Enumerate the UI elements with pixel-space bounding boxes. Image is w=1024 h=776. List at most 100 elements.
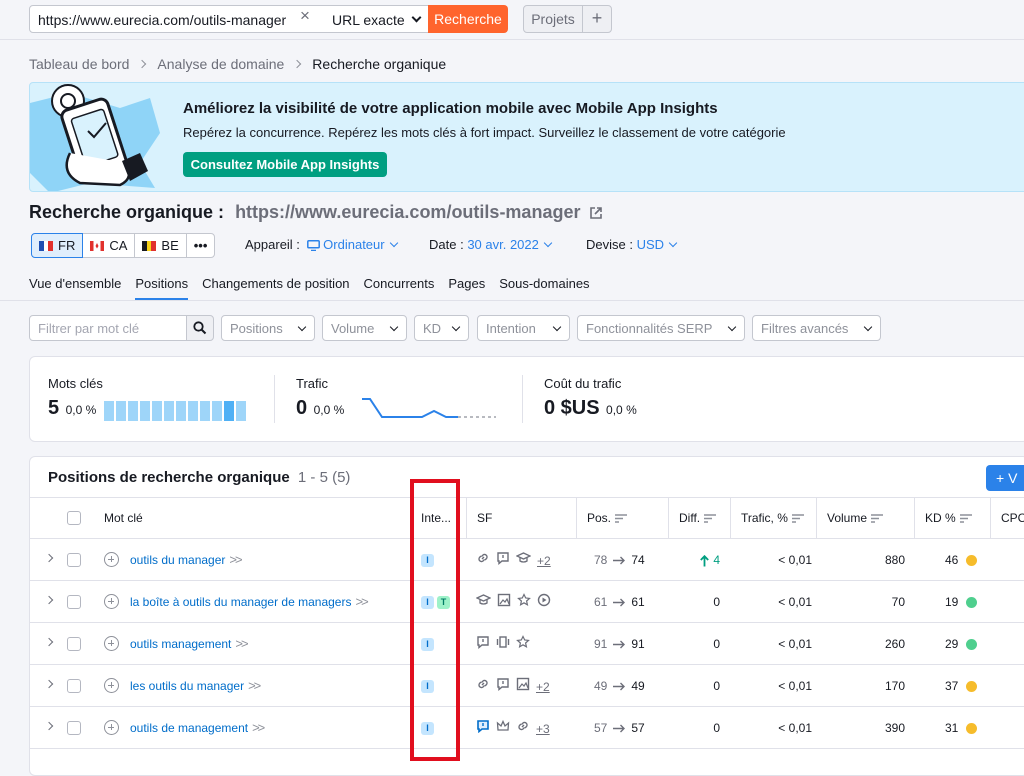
current-position[interactable]: 91	[631, 637, 644, 651]
header-kd[interactable]: KD %	[914, 498, 990, 539]
serp-features-filter[interactable]: Fonctionnalités SERP	[577, 315, 745, 341]
link-icon[interactable]	[516, 708, 530, 750]
device-selector[interactable]: Appareil : Ordinateur	[245, 237, 398, 252]
expand-row-icon[interactable]	[44, 637, 54, 647]
review-blue-icon[interactable]	[476, 708, 490, 750]
header-serp-features[interactable]: SF	[466, 498, 576, 539]
tab-position-changes[interactable]: Changements de position	[202, 276, 349, 300]
advanced-filters[interactable]: Filtres avancés	[752, 315, 881, 341]
url-input[interactable]: https://www.eurecia.com/outils-manager	[29, 5, 325, 33]
current-position[interactable]: 74	[631, 553, 644, 567]
metric-value[interactable]: 0	[296, 397, 307, 419]
keyword-link[interactable]: outils de management	[130, 721, 248, 735]
add-to-list-icon[interactable]	[104, 636, 119, 651]
breadcrumb-item-domain-analysis[interactable]: Analyse de domaine	[157, 56, 284, 72]
graduation-cap-icon[interactable]	[475, 582, 492, 624]
date-selector[interactable]: Date : 30 avr. 2022	[429, 237, 553, 252]
add-to-list-icon[interactable]	[104, 552, 119, 567]
row-checkbox[interactable]	[67, 679, 81, 693]
db-button-ca[interactable]: CA	[82, 233, 136, 258]
expand-row-icon[interactable]	[44, 595, 54, 605]
intent-badge-informational[interactable]: I	[421, 680, 434, 694]
link-icon[interactable]	[476, 540, 490, 582]
keyword-link[interactable]: outils du manager	[130, 553, 225, 567]
projects-button[interactable]: Projets	[523, 5, 583, 33]
header-traffic[interactable]: Trafic, %	[730, 498, 816, 539]
row-checkbox[interactable]	[67, 595, 81, 609]
match-type-select[interactable]: URL exacte	[324, 5, 430, 33]
add-to-list-icon[interactable]	[104, 720, 119, 735]
filter-search-button[interactable]	[186, 315, 214, 341]
search-button[interactable]: Recherche	[428, 5, 508, 33]
add-project-button[interactable]: +	[582, 5, 612, 33]
star-icon[interactable]	[516, 624, 530, 666]
star-icon[interactable]	[517, 582, 531, 624]
intent-filter[interactable]: Intention	[477, 315, 570, 341]
serp-arrow-icon[interactable]: >>	[235, 636, 248, 651]
clear-icon[interactable]: ×	[300, 6, 310, 26]
intent-badge-transactional[interactable]: T	[437, 596, 450, 610]
tab-positions[interactable]: Positions	[135, 276, 189, 300]
mobile-app-insights-button[interactable]: Consultez Mobile App Insights	[183, 152, 387, 177]
header-difficulty[interactable]: Diff.	[668, 498, 730, 539]
serp-arrow-icon[interactable]: >>	[248, 678, 261, 693]
keyword-filter-input[interactable]: Filtrer par mot clé	[29, 315, 187, 341]
video-icon[interactable]	[537, 582, 551, 624]
header-keyword[interactable]: Mot clé	[104, 498, 143, 539]
page-title-url[interactable]: https://www.eurecia.com/outils-manager	[235, 202, 580, 222]
tab-competitors[interactable]: Concurrents	[364, 276, 435, 300]
image-icon[interactable]	[516, 666, 530, 708]
add-to-list-icon[interactable]	[104, 678, 119, 693]
add-to-list-icon[interactable]	[104, 594, 119, 609]
review-icon[interactable]	[496, 540, 510, 582]
tab-subdomains[interactable]: Sous-domaines	[499, 276, 589, 300]
header-volume[interactable]: Volume	[816, 498, 914, 539]
volume-filter[interactable]: Volume	[322, 315, 407, 341]
current-position[interactable]: 49	[631, 679, 644, 693]
db-button-fr[interactable]: FR	[31, 233, 84, 258]
metric-value[interactable]: 5	[48, 397, 59, 419]
db-button-be[interactable]: BE	[134, 233, 187, 258]
kd-filter[interactable]: KD	[414, 315, 469, 341]
intent-badge-informational[interactable]: I	[421, 638, 434, 652]
carousel-icon[interactable]	[496, 624, 510, 666]
keyword-link[interactable]: les outils du manager	[130, 679, 244, 693]
tab-pages[interactable]: Pages	[448, 276, 485, 300]
header-cpc[interactable]: CPC	[990, 498, 1024, 539]
serp-features-more-link[interactable]: +2	[536, 680, 550, 694]
add-to-list-button[interactable]: + V	[986, 465, 1024, 491]
row-checkbox[interactable]	[67, 553, 81, 567]
external-link-icon[interactable]	[589, 206, 603, 220]
serp-arrow-icon[interactable]: >>	[229, 552, 242, 567]
review-icon[interactable]	[476, 624, 490, 666]
currency-selector[interactable]: Devise : USD	[586, 237, 678, 252]
header-intent[interactable]: Inte...	[410, 498, 464, 539]
row-checkbox[interactable]	[67, 721, 81, 735]
serp-features-more-link[interactable]: +3	[536, 722, 550, 736]
serp-arrow-icon[interactable]: >>	[355, 594, 368, 609]
graduation-cap-icon[interactable]	[515, 540, 532, 582]
crown-icon[interactable]	[496, 708, 510, 750]
link-icon[interactable]	[476, 666, 490, 708]
image-icon[interactable]	[497, 582, 511, 624]
header-position[interactable]: Pos.	[576, 498, 668, 539]
positions-filter[interactable]: Positions	[221, 315, 315, 341]
serp-arrow-icon[interactable]: >>	[252, 720, 265, 735]
intent-badge-informational[interactable]: I	[421, 722, 434, 736]
review-icon[interactable]	[496, 666, 510, 708]
current-position[interactable]: 57	[631, 721, 644, 735]
more-databases-button[interactable]: •••	[185, 233, 216, 258]
row-checkbox[interactable]	[67, 637, 81, 651]
expand-row-icon[interactable]	[44, 679, 54, 689]
breadcrumb-item-dashboard[interactable]: Tableau de bord	[29, 56, 129, 72]
expand-row-icon[interactable]	[44, 721, 54, 731]
serp-features-more-link[interactable]: +2	[537, 554, 551, 568]
intent-badge-informational[interactable]: I	[421, 596, 434, 610]
current-position[interactable]: 61	[631, 595, 644, 609]
tab-overview[interactable]: Vue d'ensemble	[29, 276, 121, 300]
intent-badge-informational[interactable]: I	[421, 554, 434, 568]
expand-row-icon[interactable]	[44, 553, 54, 563]
keyword-link[interactable]: outils management	[130, 637, 231, 651]
keyword-link[interactable]: la boîte à outils du manager de managers	[130, 595, 351, 609]
select-all-checkbox[interactable]	[67, 511, 81, 525]
